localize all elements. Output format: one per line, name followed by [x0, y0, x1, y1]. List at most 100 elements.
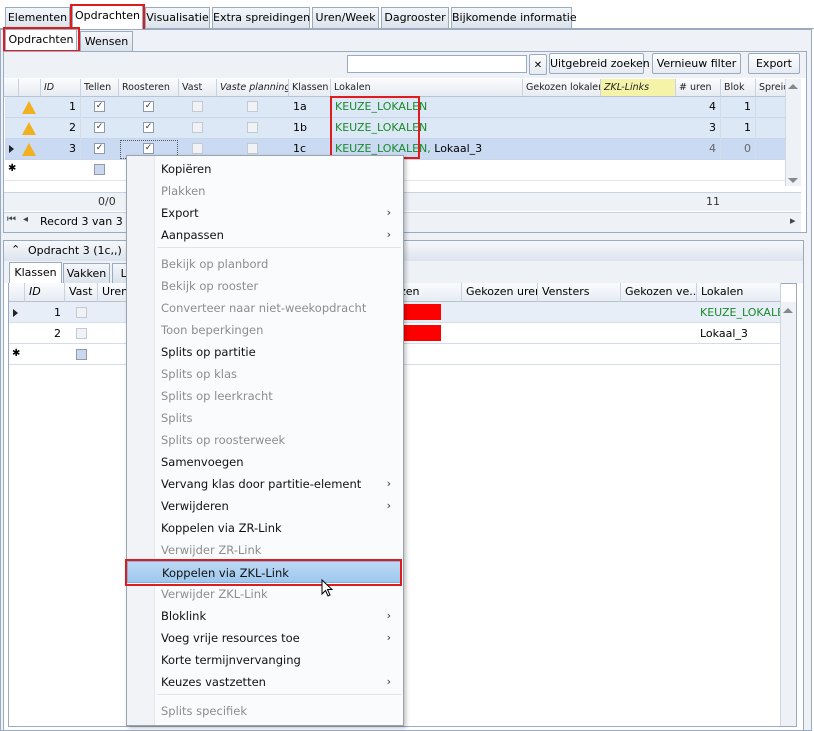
detail-col-id[interactable]: ID — [25, 283, 65, 302]
menu-item-verwijder-zkl-link[interactable]: Verwijder ZKL-Link — [127, 583, 401, 605]
detail-col-uren[interactable]: Uren — [98, 283, 128, 302]
menu-item-koppelen-via-zkl-link[interactable]: Koppelen via ZKL-Link — [127, 561, 401, 583]
menu-item-splits[interactable]: Splits — [127, 407, 401, 429]
menu-item-toon-beperkingen[interactable]: Toon beperkingen — [127, 319, 401, 341]
menu-item-koppelen-via-zr-link[interactable]: Koppelen via ZR-Link — [127, 517, 401, 539]
roosteren-checkbox[interactable]: ✓ — [143, 143, 154, 154]
detail-vast-checkbox[interactable] — [76, 307, 87, 318]
tellen-checkbox[interactable]: ✓ — [94, 143, 105, 154]
tab-visualisatie[interactable]: Visualisatie — [145, 7, 210, 28]
tab-uren-week[interactable]: Uren/Week — [312, 7, 379, 28]
col-header-uren[interactable]: # uren — [676, 79, 721, 97]
new-row-checkbox[interactable] — [94, 164, 105, 175]
tellen-checkbox[interactable]: ✓ — [94, 122, 105, 133]
menu-item-splits-specifiek[interactable]: Splits specifiek — [127, 700, 401, 722]
detail-col-vensters[interactable]: Vensters — [538, 283, 621, 302]
col-header-vast[interactable]: Vast — [179, 79, 217, 97]
menu-item-label: Verwijder ZKL-Link — [161, 587, 268, 601]
roosteren-checkbox[interactable]: ✓ — [143, 101, 154, 112]
tab-vakken[interactable]: Vakken — [63, 263, 110, 283]
tab-opdrachten[interactable]: Opdrachten — [72, 5, 143, 29]
vast-checkbox[interactable] — [192, 143, 203, 154]
col-header-vaste-planning[interactable]: Vaste planning — [217, 79, 289, 97]
menu-item-splits-op-klas[interactable]: Splits op klas — [127, 363, 401, 385]
vast-checkbox[interactable] — [192, 122, 203, 133]
tab-bijkomende-informatie[interactable]: Bijkomende informatie — [451, 7, 577, 28]
vast-checkbox[interactable] — [192, 101, 203, 112]
menu-item-plakken[interactable]: Plakken — [127, 180, 401, 202]
menu-item-bekijk-op-rooster[interactable]: Bekijk op rooster — [127, 275, 401, 297]
col-header-zkl-links[interactable]: ZKL-Links — [601, 79, 676, 97]
clear-search-button[interactable]: ✕ — [529, 54, 547, 75]
col-header-blok[interactable]: Blok — [721, 79, 756, 97]
submenu-arrow-icon: › — [386, 206, 391, 219]
menu-item-voeg-vrije-resources-toe[interactable]: Voeg vrije resources toe › — [127, 627, 401, 649]
refresh-filter-button[interactable]: Vernieuw filter — [652, 53, 741, 74]
menu-item-vervang-klas-door-partitie-element[interactable]: Vervang klas door partitie-element › — [127, 473, 401, 495]
row-uren: 4 — [676, 97, 721, 118]
menu-item-label: Aanpassen — [161, 228, 224, 242]
detail-col-vast[interactable]: Vast — [65, 283, 98, 302]
menu-separator — [157, 247, 401, 248]
vertical-scrollbar[interactable] — [785, 79, 801, 186]
collapse-icon[interactable]: ⌃ — [11, 243, 20, 256]
menu-item-export[interactable]: Export › — [127, 202, 401, 224]
tab-elementen[interactable]: Elementen — [5, 7, 70, 28]
scroll-down-icon[interactable] — [788, 178, 798, 183]
subtab-wensen[interactable]: Wensen — [80, 31, 133, 51]
menu-item-kopi-ren[interactable]: Kopiëren — [127, 158, 401, 180]
vaste-planning-checkbox[interactable] — [247, 143, 258, 154]
col-header-id[interactable]: ID — [41, 79, 81, 97]
search-input[interactable] — [347, 55, 527, 73]
col-header-lokalen[interactable]: Lokalen — [331, 79, 523, 97]
menu-item-label: Koppelen via ZR-Link — [161, 521, 282, 535]
col-header-gekozen-lokalen[interactable]: Gekozen lokalen — [523, 79, 601, 97]
tab-klassen[interactable]: Klassen — [9, 262, 62, 283]
detail-col-zen[interactable]: zen — [400, 283, 462, 302]
vaste-planning-checkbox[interactable] — [247, 122, 258, 133]
detail-vertical-scrollbar[interactable] — [780, 302, 796, 726]
menu-item-samenvoegen[interactable]: Samenvoegen — [127, 451, 401, 473]
row-id: 3 — [41, 139, 81, 160]
new-row-checkbox[interactable] — [76, 349, 87, 360]
tab-extra-spreidingen[interactable]: Extra spreidingen — [212, 7, 310, 28]
first-record-icon[interactable]: ⏮ — [7, 214, 16, 225]
vaste-planning-checkbox[interactable] — [247, 101, 258, 112]
menu-item-label: Bekijk op rooster — [161, 279, 259, 293]
col-header-warning — [19, 79, 41, 97]
roosteren-checkbox[interactable]: ✓ — [143, 122, 154, 133]
menu-item-verwijderen[interactable]: Verwijderen › — [127, 495, 401, 517]
prev-record-icon[interactable]: ◂ — [23, 214, 28, 225]
menu-item-label: Splits op roosterweek — [161, 433, 286, 447]
detail-col-lokalen[interactable]: Lokalen — [697, 283, 781, 302]
menu-item-verwijder-zr-link[interactable]: Verwijder ZR-Link — [127, 539, 401, 561]
menu-item-bekijk-op-planbord[interactable]: Bekijk op planbord — [127, 253, 401, 275]
menu-item-splits-op-partitie[interactable]: Splits op partitie — [127, 341, 401, 363]
tellen-checkbox[interactable]: ✓ — [94, 101, 105, 112]
menu-item-label: Toon beperkingen — [161, 323, 264, 337]
subtab-opdrachten[interactable]: Opdrachten — [5, 29, 77, 51]
scroll-up-icon[interactable] — [788, 84, 798, 89]
tab-dagrooster[interactable]: Dagrooster — [381, 7, 449, 28]
menu-item-converteer-naar-niet-weekopdracht[interactable]: Converteer naar niet-weekopdracht — [127, 297, 401, 319]
detail-col-gekozen-vensters[interactable]: Gekozen ve... — [621, 283, 697, 302]
menu-item-keuzes-vastzetten[interactable]: Keuzes vastzetten › — [127, 671, 401, 693]
menu-item-bloklink[interactable]: Bloklink › — [127, 605, 401, 627]
menu-item-aanpassen[interactable]: Aanpassen › — [127, 224, 401, 246]
detail-col-gekozen-uren[interactable]: Gekozen uren — [462, 283, 538, 302]
col-header-klassen[interactable]: Klassen — [289, 79, 331, 97]
col-header-roosteren[interactable]: Roosteren — [119, 79, 179, 97]
record-label: Record 3 van 3 — [40, 215, 123, 228]
scroll-right-icon[interactable]: ▸ — [790, 214, 796, 227]
menu-item-splits-op-roosterweek[interactable]: Splits op roosterweek — [127, 429, 401, 451]
advanced-search-button[interactable]: Uitgebreid zoeken — [549, 53, 650, 74]
menu-item-label: Converteer naar niet-weekopdracht — [161, 301, 367, 315]
detail-vast-checkbox[interactable] — [76, 328, 87, 339]
row-blok: 1 — [721, 97, 756, 118]
detail-col-indicator — [9, 283, 25, 302]
menu-item-korte-termijnvervanging[interactable]: Korte termijnvervanging — [127, 649, 401, 671]
menu-item-splits-op-leerkracht[interactable]: Splits op leerkracht — [127, 385, 401, 407]
col-header-tellen[interactable]: Tellen — [81, 79, 119, 97]
export-button[interactable]: Export — [748, 53, 800, 74]
scroll-up-icon[interactable] — [783, 308, 793, 313]
